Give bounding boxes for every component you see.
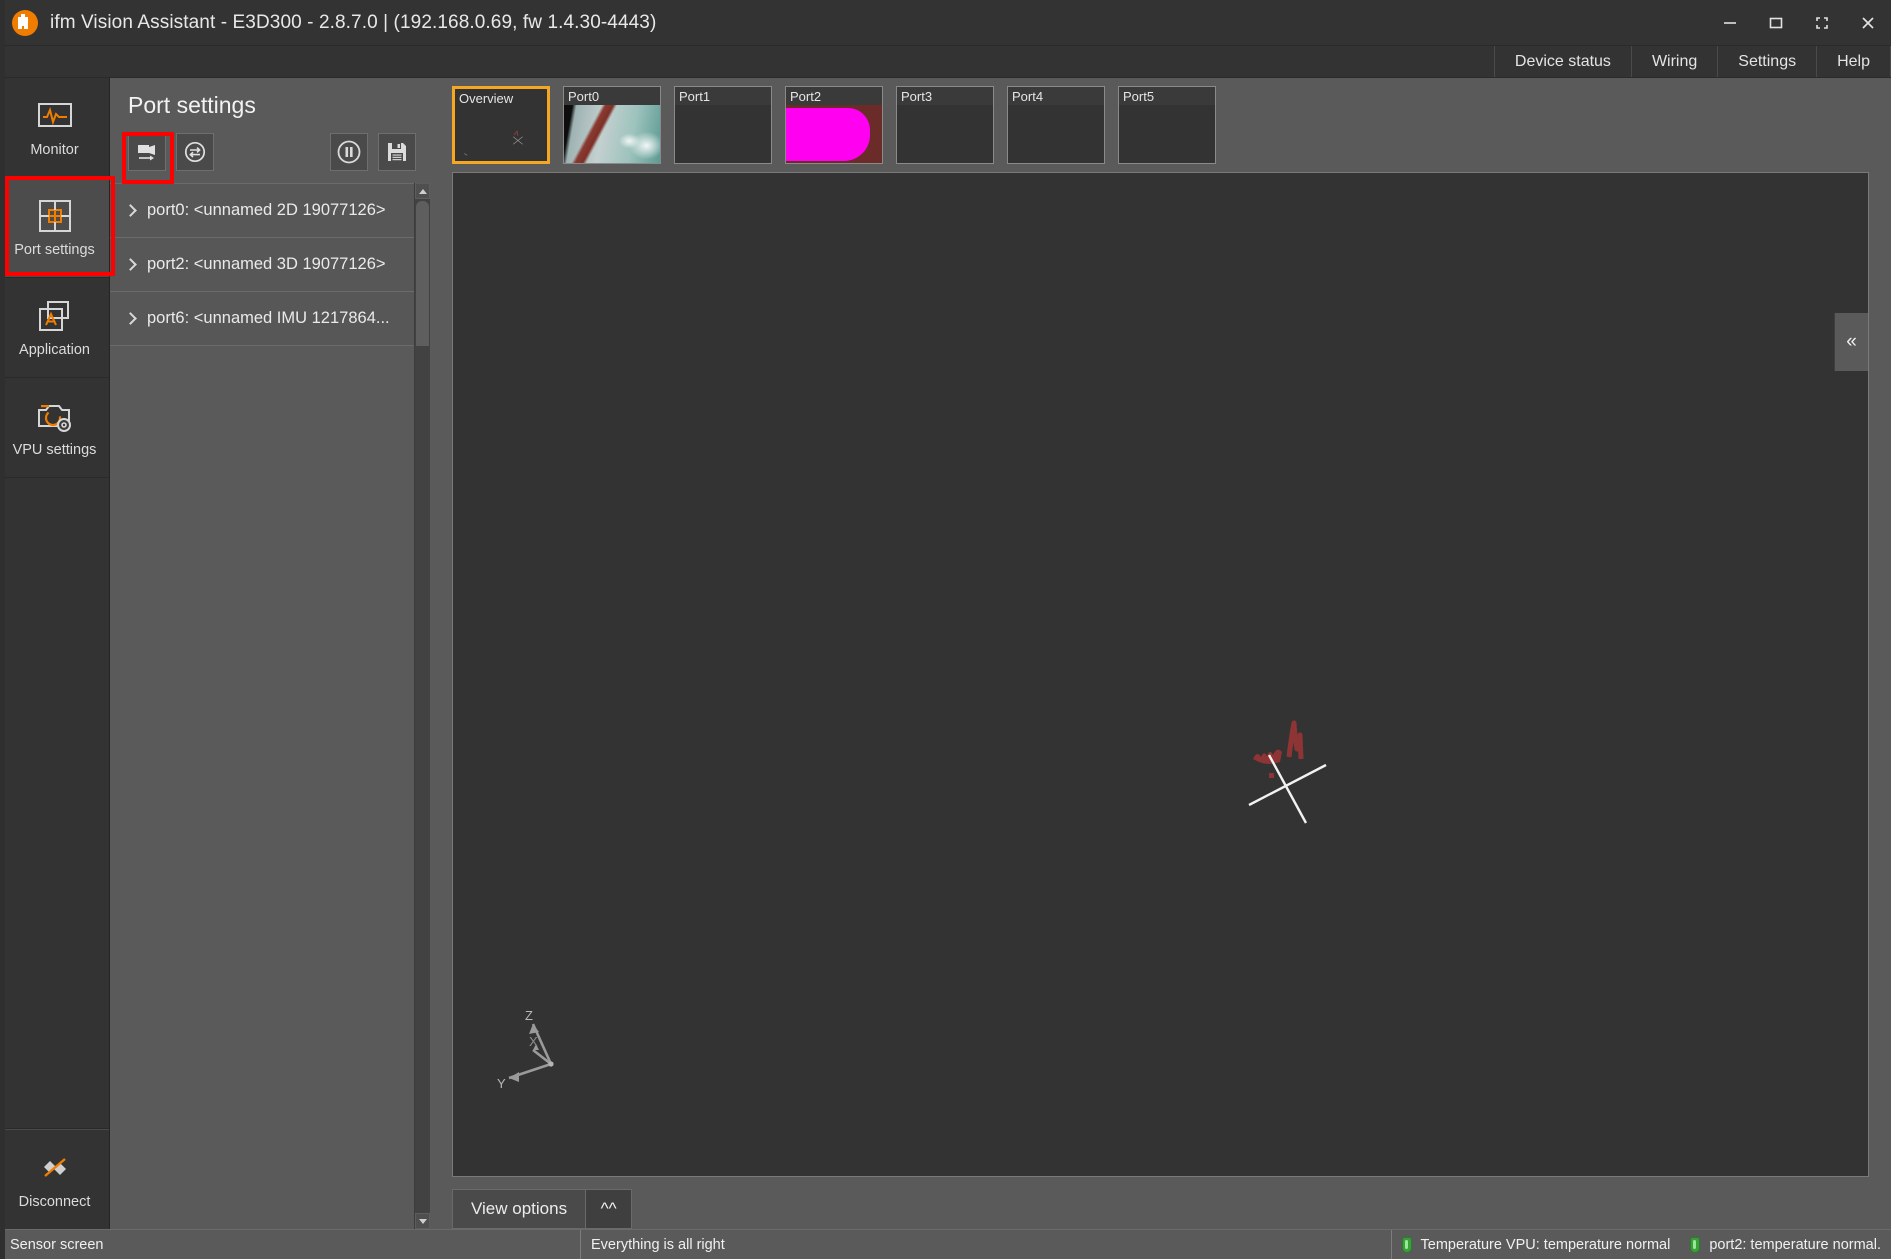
monitor-waveform-icon bbox=[34, 97, 76, 135]
thumbnail-label: Port5 bbox=[1119, 87, 1215, 105]
port-settings-panel: Port settings bbox=[110, 78, 430, 1229]
menu-item-settings[interactable]: Settings bbox=[1717, 46, 1816, 77]
thumbnail-label: Port0 bbox=[564, 87, 660, 105]
port-label: port0: <unnamed 2D 19077126> bbox=[147, 201, 386, 220]
sidebar-item-monitor[interactable]: Monitor bbox=[0, 78, 109, 178]
port-label: port6: <unnamed IMU 1217864... bbox=[147, 309, 390, 328]
minimize-icon[interactable] bbox=[1707, 0, 1753, 46]
camera-stream-button[interactable] bbox=[128, 133, 166, 171]
thumbnail-label: Port2 bbox=[786, 87, 882, 105]
swap-ports-button[interactable] bbox=[176, 133, 214, 171]
disconnect-plug-icon bbox=[34, 1149, 76, 1187]
page-title: Port settings bbox=[110, 78, 430, 129]
tab-overview[interactable]: Overview bbox=[452, 86, 550, 164]
chevron-double-up-icon[interactable]: ^^ bbox=[586, 1189, 632, 1229]
thumbnail-label: Port4 bbox=[1008, 87, 1104, 105]
status-badge-label: port2: temperature normal. bbox=[1709, 1237, 1881, 1253]
thumbnail-preview-pointcloud bbox=[455, 107, 547, 161]
maximize-icon[interactable] bbox=[1753, 0, 1799, 46]
port-label: port2: <unnamed 3D 19077126> bbox=[147, 255, 386, 274]
main-content: Overview Port0 bbox=[430, 78, 1891, 1229]
ifm-logo-icon bbox=[12, 10, 38, 36]
menu-item-device-status[interactable]: Device status bbox=[1494, 46, 1631, 77]
tab-port2[interactable]: Port2 bbox=[785, 86, 883, 164]
status-bar: Sensor screen Everything is all right Te… bbox=[0, 1229, 1891, 1259]
thumbnail-preview-empty bbox=[1119, 105, 1215, 163]
tab-port3[interactable]: Port3 bbox=[896, 86, 994, 164]
sidebar-item-label: Disconnect bbox=[19, 1194, 91, 1210]
pause-button[interactable] bbox=[330, 133, 368, 171]
menu-item-wiring[interactable]: Wiring bbox=[1631, 46, 1717, 77]
panel-toolbar bbox=[110, 129, 430, 175]
close-icon[interactable] bbox=[1845, 0, 1891, 46]
status-message: Everything is all right bbox=[581, 1230, 1391, 1259]
left-navigation: Monitor Port settings bbox=[0, 78, 110, 1229]
window-left-edge bbox=[0, 0, 5, 1259]
thermometer-green-icon bbox=[1402, 1237, 1412, 1253]
pointcloud-viewport[interactable]: Z Y X « bbox=[452, 172, 1869, 1177]
port-list-empty-area bbox=[110, 346, 414, 1229]
status-badge-vpu-temperature: Temperature VPU: temperature normal bbox=[1392, 1230, 1681, 1259]
camera-gear-icon bbox=[34, 397, 76, 435]
tab-view-options[interactable]: View options bbox=[452, 1189, 586, 1229]
axis-gizmo: Z Y X bbox=[493, 1006, 583, 1096]
thumbnail-label: Overview bbox=[455, 89, 547, 107]
chevron-right-icon bbox=[124, 204, 137, 217]
menu-item-help[interactable]: Help bbox=[1816, 46, 1891, 77]
sidebar-item-label: Application bbox=[19, 342, 90, 358]
status-badge-port2-temperature: port2: temperature normal. bbox=[1680, 1230, 1891, 1259]
tab-port5[interactable]: Port5 bbox=[1118, 86, 1216, 164]
application-icon bbox=[34, 297, 76, 335]
sidebar-item-application[interactable]: Application bbox=[0, 278, 109, 378]
scrollbar-thumb[interactable] bbox=[416, 201, 429, 346]
fullscreen-icon[interactable] bbox=[1799, 0, 1845, 46]
port-list: port0: <unnamed 2D 19077126> port2: <unn… bbox=[110, 183, 414, 1229]
thumbnail-label: Port1 bbox=[675, 87, 771, 105]
scroll-down-arrow-icon[interactable] bbox=[415, 1213, 430, 1229]
pointcloud-render bbox=[1231, 695, 1361, 825]
list-item[interactable]: port6: <unnamed IMU 1217864... bbox=[110, 292, 414, 346]
port-crosshair-icon bbox=[34, 197, 76, 235]
sidebar-item-vpu-settings[interactable]: VPU settings bbox=[0, 378, 109, 478]
chevron-double-left-icon[interactable]: « bbox=[1834, 313, 1868, 371]
tab-port0[interactable]: Port0 bbox=[563, 86, 661, 164]
status-left: Sensor screen bbox=[0, 1230, 580, 1259]
menu-bar: Device status Wiring Settings Help bbox=[0, 46, 1891, 78]
port-list-scrollbar[interactable] bbox=[414, 183, 430, 1229]
window-title: ifm Vision Assistant - E3D300 - 2.8.7.0 … bbox=[50, 12, 656, 34]
view-options-bar: View options ^^ bbox=[430, 1177, 1891, 1229]
axis-label-z: Z bbox=[525, 1008, 533, 1023]
scroll-up-arrow-icon[interactable] bbox=[415, 183, 430, 199]
thumbnail-preview-magenta-depth bbox=[786, 105, 882, 163]
list-item[interactable]: port0: <unnamed 2D 19077126> bbox=[110, 184, 414, 238]
nav-spacer bbox=[0, 478, 109, 1129]
list-item[interactable]: port2: <unnamed 3D 19077126> bbox=[110, 238, 414, 292]
sidebar-item-disconnect[interactable]: Disconnect bbox=[0, 1129, 109, 1229]
viewport-container: Z Y X « bbox=[430, 164, 1891, 1177]
thumbnail-preview-empty bbox=[1008, 105, 1104, 163]
tab-port1[interactable]: Port1 bbox=[674, 86, 772, 164]
thumbnail-preview-empty bbox=[897, 105, 993, 163]
chevron-right-icon bbox=[124, 258, 137, 271]
tab-port4[interactable]: Port4 bbox=[1007, 86, 1105, 164]
status-badge-label: Temperature VPU: temperature normal bbox=[1421, 1237, 1671, 1253]
port-list-container: port0: <unnamed 2D 19077126> port2: <unn… bbox=[110, 183, 430, 1229]
thumbnail-label: Port3 bbox=[897, 87, 993, 105]
chevron-right-icon bbox=[124, 312, 137, 325]
thumbnail-strip: Overview Port0 bbox=[430, 78, 1891, 164]
save-button[interactable] bbox=[378, 133, 416, 171]
sidebar-item-label: Port settings bbox=[14, 242, 95, 258]
sidebar-item-port-settings[interactable]: Port settings bbox=[0, 178, 109, 278]
thumbnail-preview-empty bbox=[675, 105, 771, 163]
application-window: ifm Vision Assistant - E3D300 - 2.8.7.0 … bbox=[0, 0, 1891, 1259]
thumbnail-preview-image2d bbox=[564, 105, 660, 163]
sidebar-item-label: Monitor bbox=[30, 142, 78, 158]
scrollbar-track[interactable] bbox=[415, 199, 430, 1213]
title-bar: ifm Vision Assistant - E3D300 - 2.8.7.0 … bbox=[0, 0, 1891, 46]
axis-label-y: Y bbox=[497, 1076, 506, 1091]
window-controls bbox=[1707, 0, 1891, 45]
thermometer-green-icon bbox=[1690, 1237, 1700, 1253]
sidebar-item-label: VPU settings bbox=[13, 442, 97, 458]
axis-label-x: X bbox=[529, 1034, 538, 1049]
